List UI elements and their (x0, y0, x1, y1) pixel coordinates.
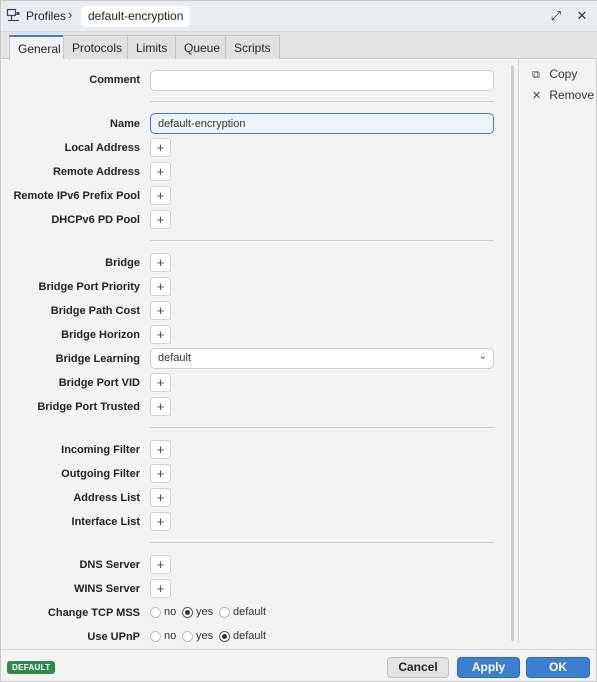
add-remote-address-button[interactable]: + (150, 162, 171, 181)
profile-window: Profiles › default-encryption ⤢ ✕ Genera… (0, 0, 597, 682)
footer-divider (1, 649, 597, 650)
bridge-learning-select[interactable]: default ⌄ (150, 348, 494, 369)
close-icon[interactable]: ✕ (574, 8, 590, 24)
remote-address-label: Remote Address (52, 166, 140, 178)
wins-server-label: WINS Server (73, 583, 140, 595)
copy-icon: ⧉ (532, 69, 540, 81)
add-wins-server-button[interactable]: + (150, 579, 171, 598)
add-address-list-button[interactable]: + (150, 488, 171, 507)
add-incoming-filter-button[interactable]: + (150, 440, 171, 459)
comment-field[interactable] (150, 70, 494, 91)
tab-bar: General Protocols Limits Queue Scripts (1, 32, 597, 60)
add-bridge-port-trusted-button[interactable]: + (150, 397, 171, 416)
add-outgoing-filter-button[interactable]: + (150, 464, 171, 483)
bridge-port-trusted-label: Bridge Port Trusted (37, 401, 140, 413)
side-panel-divider (518, 59, 519, 643)
bridge-learning-label: Bridge Learning (55, 353, 140, 365)
tab-protocols[interactable]: Protocols (63, 35, 132, 59)
add-bridge-port-vid-button[interactable]: + (150, 373, 171, 392)
profile-icon (6, 8, 20, 22)
breadcrumb-chevron-icon: › (68, 7, 73, 22)
bridge-horizon-label: Bridge Horizon (61, 329, 140, 341)
ok-button[interactable]: OK (526, 657, 590, 678)
copy-label: Copy (549, 67, 578, 81)
change-tcp-mss-label: Change TCP MSS (47, 607, 140, 619)
add-local-address-button[interactable]: + (150, 138, 171, 157)
cancel-button[interactable]: Cancel (387, 657, 449, 678)
incoming-filter-label: Incoming Filter (61, 444, 140, 456)
interface-list-label: Interface List (71, 516, 140, 528)
add-bridge-button[interactable]: + (150, 253, 171, 272)
comment-label: Comment (89, 74, 140, 86)
add-bridge-path-cost-button[interactable]: + (150, 301, 171, 320)
bridge-learning-value: default (158, 352, 192, 364)
dhcpv6-pd-pool-label: DHCPv6 PD Pool (51, 214, 140, 226)
breadcrumb-current: default-encryption (81, 6, 191, 27)
divider (150, 427, 494, 428)
bridge-path-cost-label: Bridge Path Cost (50, 305, 140, 317)
address-list-label: Address List (73, 492, 140, 504)
use-upnp-label: Use UPnP (87, 631, 140, 643)
add-dhcpv6-pd-pool-button[interactable]: + (150, 210, 171, 229)
bridge-port-vid-label: Bridge Port VID (58, 377, 140, 389)
tab-queue[interactable]: Queue (175, 35, 230, 59)
copy-button[interactable]: ⧉ Copy (532, 67, 577, 82)
name-field[interactable] (150, 113, 494, 134)
scrollbar[interactable] (511, 65, 514, 641)
tab-limits[interactable]: Limits (127, 35, 177, 59)
remote-ipv6-prefix-pool-label: Remote IPv6 Prefix Pool (13, 190, 140, 202)
title-bar: Profiles › default-encryption ⤢ ✕ (1, 1, 597, 32)
outgoing-filter-label: Outgoing Filter (61, 468, 140, 480)
name-label: Name (110, 118, 140, 130)
tab-general[interactable]: General (9, 35, 70, 60)
remove-icon: ✕ (532, 90, 542, 102)
add-dns-server-button[interactable]: + (150, 555, 171, 574)
restore-icon[interactable]: ⤢ (548, 8, 564, 24)
dns-server-label: DNS Server (79, 559, 140, 571)
add-interface-list-button[interactable]: + (150, 512, 171, 531)
default-badge: DEFAULT (7, 661, 56, 674)
divider (150, 542, 494, 543)
add-bridge-port-priority-button[interactable]: + (150, 277, 171, 296)
remove-button[interactable]: ✕ Remove (532, 88, 594, 102)
chevron-down-icon: ⌄ (478, 351, 487, 362)
breadcrumb-profiles[interactable]: Profiles (26, 9, 66, 23)
divider (150, 101, 494, 102)
tab-scripts[interactable]: Scripts (225, 35, 280, 59)
bridge-label: Bridge (105, 257, 140, 269)
add-bridge-horizon-button[interactable]: + (150, 325, 171, 344)
bridge-port-priority-label: Bridge Port Priority (38, 281, 140, 293)
apply-button[interactable]: Apply (457, 657, 520, 678)
local-address-label: Local Address (64, 142, 140, 154)
remove-label: Remove (549, 88, 595, 102)
divider (150, 240, 494, 241)
add-remote-ipv6-prefix-pool-button[interactable]: + (150, 186, 171, 205)
